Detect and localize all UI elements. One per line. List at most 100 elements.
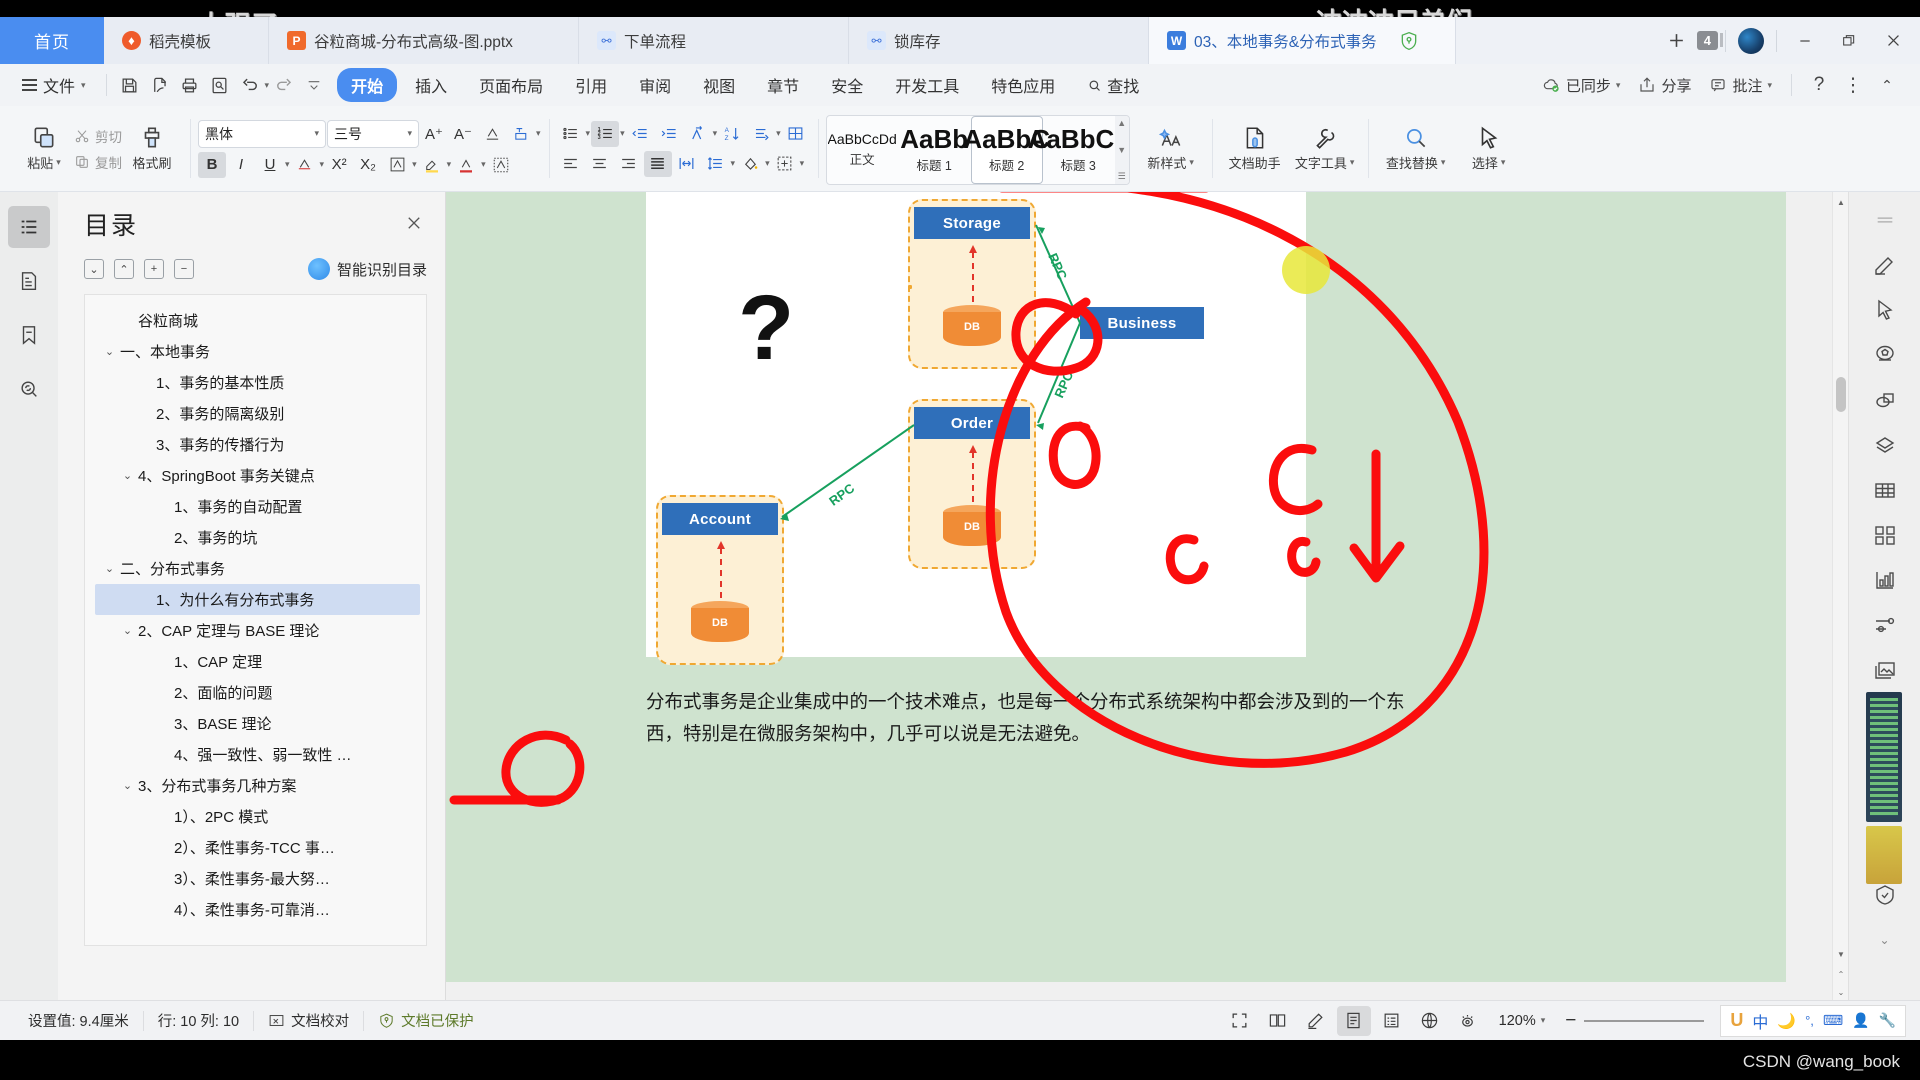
badge-icon[interactable] [1865,335,1905,375]
help-icon[interactable]: ? [1804,70,1834,100]
toc-item[interactable]: v1、CAP 定理 [95,646,420,677]
expand-gallery-icon[interactable]: ☰ [1118,171,1126,182]
outline-view-icon[interactable] [1375,1006,1409,1036]
tab-references[interactable]: 引用 [561,68,621,102]
grid-icon[interactable] [1865,515,1905,555]
font-color-icon[interactable] [452,152,480,178]
tools-icon[interactable]: 🔧 [1879,1012,1896,1029]
toc-item[interactable]: v2、事务的隔离级别 [95,398,420,429]
grow-font-icon[interactable]: A⁺ [420,121,448,147]
sogou-logo-icon[interactable]: U [1730,1010,1743,1031]
doc-assistant-button[interactable]: 文档助手 [1220,125,1290,172]
numbered-list-button[interactable]: 1 23 [591,120,620,147]
toc-item[interactable]: v2）、柔性事务-TCC 事… [95,832,420,863]
select-button[interactable]: 选择 ▾ [1456,125,1522,172]
user-icon[interactable]: 👤 [1852,1012,1869,1029]
tab-developer-tools[interactable]: 开发工具 [881,68,973,102]
style-gallery-scroll[interactable]: ▲ ▼ ☰ [1114,116,1129,184]
cursor-icon[interactable] [1865,290,1905,330]
tab-review[interactable]: 审阅 [625,68,685,102]
table-format-button[interactable] [782,121,810,147]
find-page-icon[interactable] [205,70,235,100]
align-right-button[interactable] [615,151,643,177]
page-view-icon[interactable] [1336,1005,1371,1036]
tab-page-layout[interactable]: 页面布局 [465,68,557,102]
undo-icon[interactable] [235,70,265,100]
underline-button[interactable]: U [256,152,284,178]
previous-page-icon[interactable]: ⌃ [1833,966,1849,982]
clear-format-icon[interactable] [478,121,506,147]
customize-icon[interactable] [299,70,329,100]
scroll-down-icon[interactable]: ▼ [1833,946,1849,962]
pinyin-phonetic-button[interactable] [684,121,712,147]
minimize-icon[interactable] [1784,21,1826,61]
increase-indent-button[interactable] [655,121,683,147]
decrease-level-icon[interactable]: − [174,259,194,279]
superscript-button[interactable]: X² [325,152,353,178]
chart-icon[interactable] [1865,560,1905,600]
toc-item[interactable]: v1）、2PC 模式 [95,801,420,832]
sort-button[interactable]: A Z [718,121,746,147]
shading-button[interactable] [736,151,764,177]
line-spacing-button[interactable] [702,151,730,177]
tab-start[interactable]: 开始 [337,68,398,102]
character-border-button[interactable] [383,152,411,178]
tab-insert[interactable]: 插入 [401,68,461,102]
navigation-search[interactable] [8,368,50,410]
zoom-track[interactable] [1584,1019,1705,1022]
bullet-list-button[interactable] [557,121,585,147]
book-view-icon[interactable] [1261,1006,1295,1036]
navigation-pages[interactable] [8,260,50,302]
tab-featured-apps[interactable]: 特色应用 [977,68,1069,102]
toc-item[interactable]: v3、BASE 理论 [95,708,420,739]
moon-icon[interactable]: 🌙 [1777,1012,1796,1030]
align-center-button[interactable] [586,151,614,177]
layers-icon[interactable] [1865,425,1905,465]
shapes-icon[interactable] [1865,380,1905,420]
toc-item[interactable]: v4、强一致性、弱一致性 … [95,739,420,770]
toc-item[interactable]: ⌄ 二、分布式事务 [95,553,420,584]
style-heading-1[interactable]: AaBb 标题 1 [899,116,971,184]
cloud-sync-button[interactable]: 已同步 ▾ [1535,71,1628,100]
text-tools-button[interactable]: 文字工具 ▾ [1290,125,1360,172]
rail-collapse-icon[interactable]: ⌄ [1865,920,1905,960]
cut-button[interactable]: 剪切 [74,126,122,146]
avatar[interactable] [1733,21,1769,61]
zoom-slider[interactable]: − [1559,1010,1710,1032]
eye-care-icon[interactable] [1451,1006,1485,1036]
more-vertical-icon[interactable]: ⋮ [1838,70,1868,100]
tab-section[interactable]: 章节 [753,68,813,102]
chevron-down-icon[interactable]: ▼ [1117,145,1126,155]
restore-icon[interactable] [1828,21,1870,61]
collapse-all-icon[interactable]: ⌃ [114,259,134,279]
scroll-up-icon[interactable]: ▲ [1833,194,1849,210]
copy-button[interactable]: 复制 [74,152,122,172]
edit-pen-icon[interactable] [1299,1006,1333,1036]
bold-button[interactable]: B [198,151,226,178]
toc-item[interactable]: ⌄ 3、分布式事务几种方案 [95,770,420,801]
strikethrough-button[interactable] [291,152,319,178]
zoom-level[interactable]: 120% ▾ [1489,1013,1556,1029]
tab-pptx[interactable]: P 谷粒商城-分布式高级-图.pptx [269,17,579,64]
toc-item[interactable]: v3、事务的传播行为 [95,429,420,460]
distribute-button[interactable] [673,151,701,177]
smart-toc-button[interactable]: 智能识别目录 [307,258,427,280]
highlight-icon[interactable] [418,152,446,178]
subscript-button[interactable]: X₂ [354,152,382,178]
find-replace-button[interactable]: 查找替换 ▾ [1376,125,1456,172]
vertical-scrollbar[interactable]: ▲ ▼ ⌃ ⌄ [1832,192,1848,1018]
settings-slider-icon[interactable] [1865,605,1905,645]
pen-icon[interactable] [1865,245,1905,285]
toc-item[interactable]: v1、事务的基本性质 [95,367,420,398]
protected-status[interactable]: 文档已保护 [364,1011,488,1031]
tab-active-document[interactable]: W 03、本地事务&分布式事务 close-icon [1149,17,1456,64]
navigation-bookmarks[interactable] [8,314,50,356]
comment-button[interactable]: 批注 ▾ [1702,71,1779,100]
toc-item-selected[interactable]: v1、为什么有分布式事务 [95,584,420,615]
plus-icon[interactable] [1659,21,1695,61]
navigation-outline[interactable] [8,206,50,248]
toc-item[interactable]: ⌄ 4、SpringBoot 事务关键点 [95,460,420,491]
rail-handle[interactable] [1865,200,1905,240]
font-family-select[interactable]: 黑体 ▾ [198,119,326,148]
ime-chinese-mode[interactable]: 中 [1752,1009,1768,1033]
